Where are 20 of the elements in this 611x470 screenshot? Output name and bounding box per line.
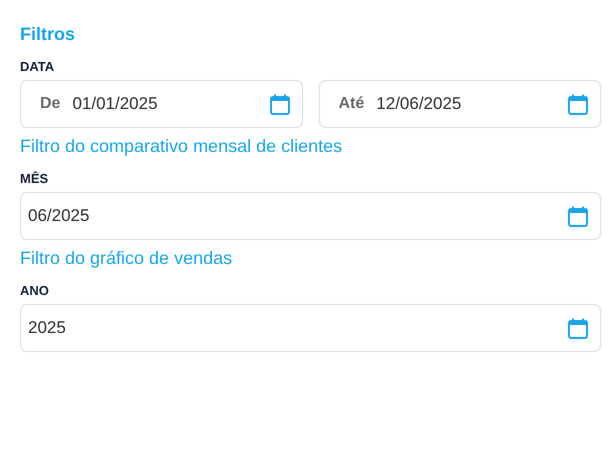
date-field[interactable]: Até 12/06/2025	[318, 80, 601, 128]
section-title: Filtro do gráfico de vendas	[20, 247, 234, 270]
calendar-icon[interactable]	[270, 94, 290, 114]
field-value: 12/06/2025	[376, 94, 462, 114]
field-prefix: Até	[338, 95, 364, 113]
field-label: ANO	[20, 283, 50, 298]
section-title: Filtro do comparativo mensal de clientes	[20, 135, 344, 158]
field-label: MÊS	[20, 171, 50, 186]
field-prefix: De	[40, 95, 60, 113]
field-label: DATA	[20, 59, 56, 74]
calendar-icon[interactable]	[568, 206, 588, 226]
field-value: 2025	[28, 318, 67, 338]
calendar-icon[interactable]	[568, 94, 588, 114]
field-value: 06/2025	[28, 206, 90, 226]
field-value: 01/01/2025	[72, 94, 159, 114]
date-field[interactable]: 2025	[20, 304, 601, 352]
calendar-icon[interactable]	[568, 318, 588, 338]
section-title: Filtros	[20, 23, 76, 46]
date-field[interactable]: De 01/01/2025	[20, 80, 302, 128]
date-field[interactable]: 06/2025	[20, 192, 601, 240]
